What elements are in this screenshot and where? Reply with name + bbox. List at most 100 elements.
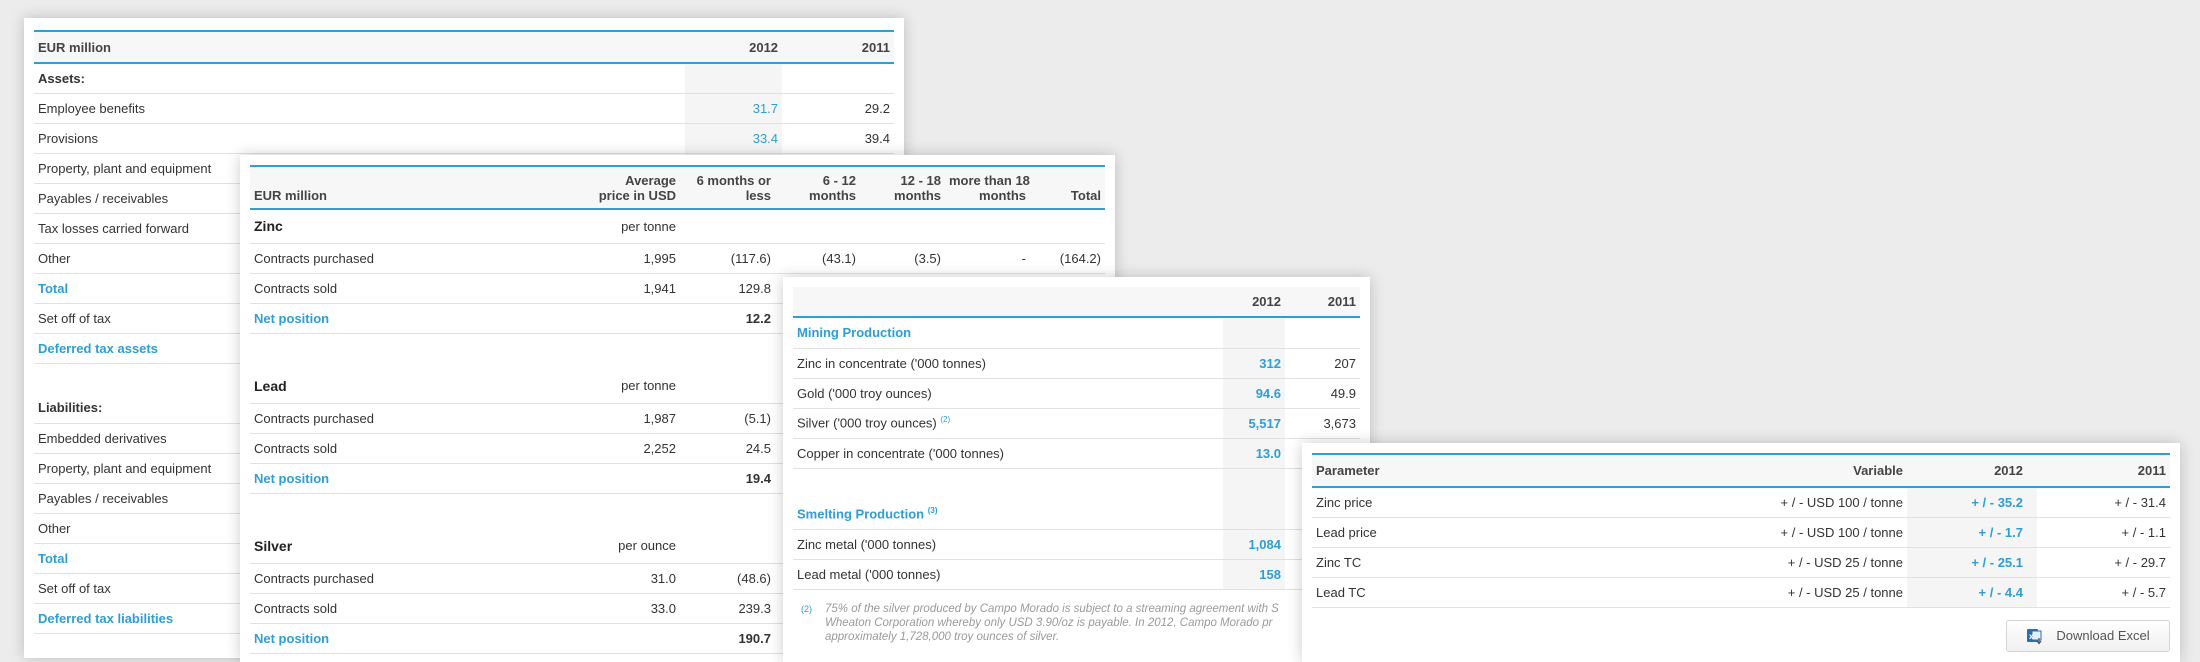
price-value: 1,941 bbox=[590, 273, 680, 304]
table-header: EUR million Average price in USD 6 months… bbox=[250, 165, 1105, 210]
value-2012: 33.4 bbox=[685, 123, 783, 154]
value-2012: + / - 25.1 bbox=[1907, 547, 2037, 578]
table-row: Silver ('000 troy ounces) (2) 5,517 3,67… bbox=[793, 408, 1360, 439]
table-row: Gold ('000 troy ounces) 94.6 49.9 bbox=[793, 378, 1360, 409]
price-value: 31.0 bbox=[590, 563, 680, 594]
header-18-months: more than 18 months bbox=[945, 165, 1030, 210]
row-label: Lead metal ('000 tonnes) bbox=[793, 559, 1223, 590]
variable: + / - USD 25 / tonne bbox=[1642, 577, 1907, 608]
value-2011: 29.2 bbox=[782, 93, 894, 124]
assets-title: Assets: bbox=[34, 63, 686, 94]
row-label: Silver ('000 troy ounces) (2) bbox=[793, 408, 1223, 439]
table-row: Copper in concentrate ('000 tonnes) 13.0 bbox=[793, 438, 1360, 469]
net-position-label: Net position bbox=[250, 623, 590, 654]
table-header: Parameter Variable 2012 2011 bbox=[1312, 453, 2170, 488]
header-6-months: 6 months or less bbox=[680, 165, 775, 210]
row-label: Contracts sold bbox=[250, 433, 590, 464]
net-value: 19.4 bbox=[680, 463, 775, 494]
row-label: Contracts sold bbox=[250, 273, 590, 304]
section-unit: per tonne bbox=[590, 369, 680, 404]
section-title: Lead bbox=[250, 369, 590, 404]
download-excel-button[interactable]: x Download Excel bbox=[2006, 619, 2170, 652]
variable: + / - USD 100 / tonne bbox=[1642, 487, 1907, 518]
price-value: 33.0 bbox=[590, 593, 680, 624]
row-label: Zinc in concentrate ('000 tonnes) bbox=[793, 348, 1223, 379]
sensitivity-table: Parameter Variable 2012 2011 Zinc price … bbox=[1312, 453, 2170, 608]
svg-text:x: x bbox=[2029, 632, 2034, 641]
m612-value: (43.1) bbox=[775, 243, 860, 274]
table-row: Provisions 33.4 39.4 bbox=[34, 123, 894, 154]
net-value: 12.2 bbox=[680, 303, 775, 334]
total-value: (164.2) bbox=[1030, 243, 1105, 274]
header-total: Total bbox=[1030, 165, 1105, 210]
header-2011: 2011 bbox=[782, 30, 894, 64]
header-label: EUR million bbox=[34, 30, 686, 64]
value-2011: 207 bbox=[1285, 348, 1360, 379]
value-2011: + / - 31.4 bbox=[2037, 487, 2170, 518]
production-table: 2012 2011 Mining Production Zinc in conc… bbox=[793, 287, 1360, 590]
net-position-label: Net position bbox=[250, 463, 590, 494]
header-label: EUR million bbox=[250, 165, 590, 210]
value-2012: 158 bbox=[1223, 559, 1285, 590]
header-avg-price: Average price in USD bbox=[590, 165, 680, 210]
m6-value: (117.6) bbox=[680, 243, 775, 274]
header-2011: 2011 bbox=[2037, 453, 2170, 488]
value-2012: 1,084 bbox=[1223, 529, 1285, 560]
table-header: EUR million 2012 2011 bbox=[34, 30, 894, 64]
m18-value: - bbox=[945, 243, 1030, 274]
value-2011: + / - 1.1 bbox=[2037, 517, 2170, 548]
row-label: Contracts purchased bbox=[250, 563, 590, 594]
variable: + / - USD 25 / tonne bbox=[1642, 547, 1907, 578]
value-2011: 39.4 bbox=[782, 123, 894, 154]
table-header: 2012 2011 bbox=[793, 287, 1360, 318]
footnote-line: approximately 1,728,000 troy ounces of s… bbox=[825, 630, 1060, 643]
footnote-line: 75% of the silver produced by Campo Mora… bbox=[825, 602, 1279, 615]
value-2012: + / - 1.7 bbox=[1907, 517, 2037, 548]
mining-title: Mining Production bbox=[793, 317, 1223, 349]
row-label: Employee benefits bbox=[34, 93, 686, 124]
download-excel-label: Download Excel bbox=[2056, 628, 2150, 643]
value-2011: + / - 29.7 bbox=[2037, 547, 2170, 578]
table-row: Lead metal ('000 tonnes) 158 bbox=[793, 559, 1360, 590]
price-value: 1,987 bbox=[590, 403, 680, 434]
table-row: Lead price + / - USD 100 / tonne + / - 1… bbox=[1312, 517, 2170, 548]
m6-value: 129.8 bbox=[680, 273, 775, 304]
parameter: Lead price bbox=[1312, 517, 1642, 548]
section-title: Zinc bbox=[250, 209, 590, 244]
header-2012: 2012 bbox=[685, 30, 783, 64]
m6-value: 24.5 bbox=[680, 433, 775, 464]
table-row: Employee benefits 31.7 29.2 bbox=[34, 93, 894, 124]
parameter: Zinc price bbox=[1312, 487, 1642, 518]
header-variable: Variable bbox=[1642, 453, 1907, 488]
m6-value: (5.1) bbox=[680, 403, 775, 434]
table-row: Zinc in concentrate ('000 tonnes) 312 20… bbox=[793, 348, 1360, 379]
table-row: Contracts purchased 1,995 (117.6) (43.1)… bbox=[250, 243, 1105, 274]
value-2011: 49.9 bbox=[1285, 378, 1360, 409]
footnote: (2) 75% of the silver produced by Campo … bbox=[793, 590, 1360, 644]
production-card: 2012 2011 Mining Production Zinc in conc… bbox=[783, 277, 1370, 662]
value-2011: 3,673 bbox=[1285, 408, 1360, 439]
row-label: Zinc metal ('000 tonnes) bbox=[793, 529, 1223, 560]
net-value: 190.7 bbox=[680, 623, 775, 654]
net-position-label: Net position bbox=[250, 303, 590, 334]
table-row: Zinc metal ('000 tonnes) 1,084 bbox=[793, 529, 1360, 560]
price-value: 1,995 bbox=[590, 243, 680, 274]
variable: + / - USD 100 / tonne bbox=[1642, 517, 1907, 548]
row-label: Gold ('000 troy ounces) bbox=[793, 378, 1223, 409]
table-row: Zinc TC + / - USD 25 / tonne + / - 25.1 … bbox=[1312, 547, 2170, 578]
section-row: Zinc per tonne bbox=[250, 209, 1105, 244]
row-label: Contracts sold bbox=[250, 593, 590, 624]
row-label: Contracts purchased bbox=[250, 403, 590, 434]
header-2012: 2012 bbox=[1907, 453, 2037, 488]
header-12-18-months: 12 - 18 months bbox=[860, 165, 945, 210]
section-unit: per tonne bbox=[590, 209, 680, 244]
header-2011: 2011 bbox=[1285, 287, 1360, 318]
footnote-line: Wheaton Corporation whereby only USD 3.9… bbox=[825, 616, 1273, 629]
price-value: 2,252 bbox=[590, 433, 680, 464]
value-2012: + / - 4.4 bbox=[1907, 577, 2037, 608]
excel-download-icon: x bbox=[2026, 627, 2044, 645]
m6-value: (48.6) bbox=[680, 563, 775, 594]
table-row: Zinc price + / - USD 100 / tonne + / - 3… bbox=[1312, 487, 2170, 518]
m1218-value: (3.5) bbox=[860, 243, 945, 274]
sensitivity-card: Parameter Variable 2012 2011 Zinc price … bbox=[1302, 443, 2180, 662]
